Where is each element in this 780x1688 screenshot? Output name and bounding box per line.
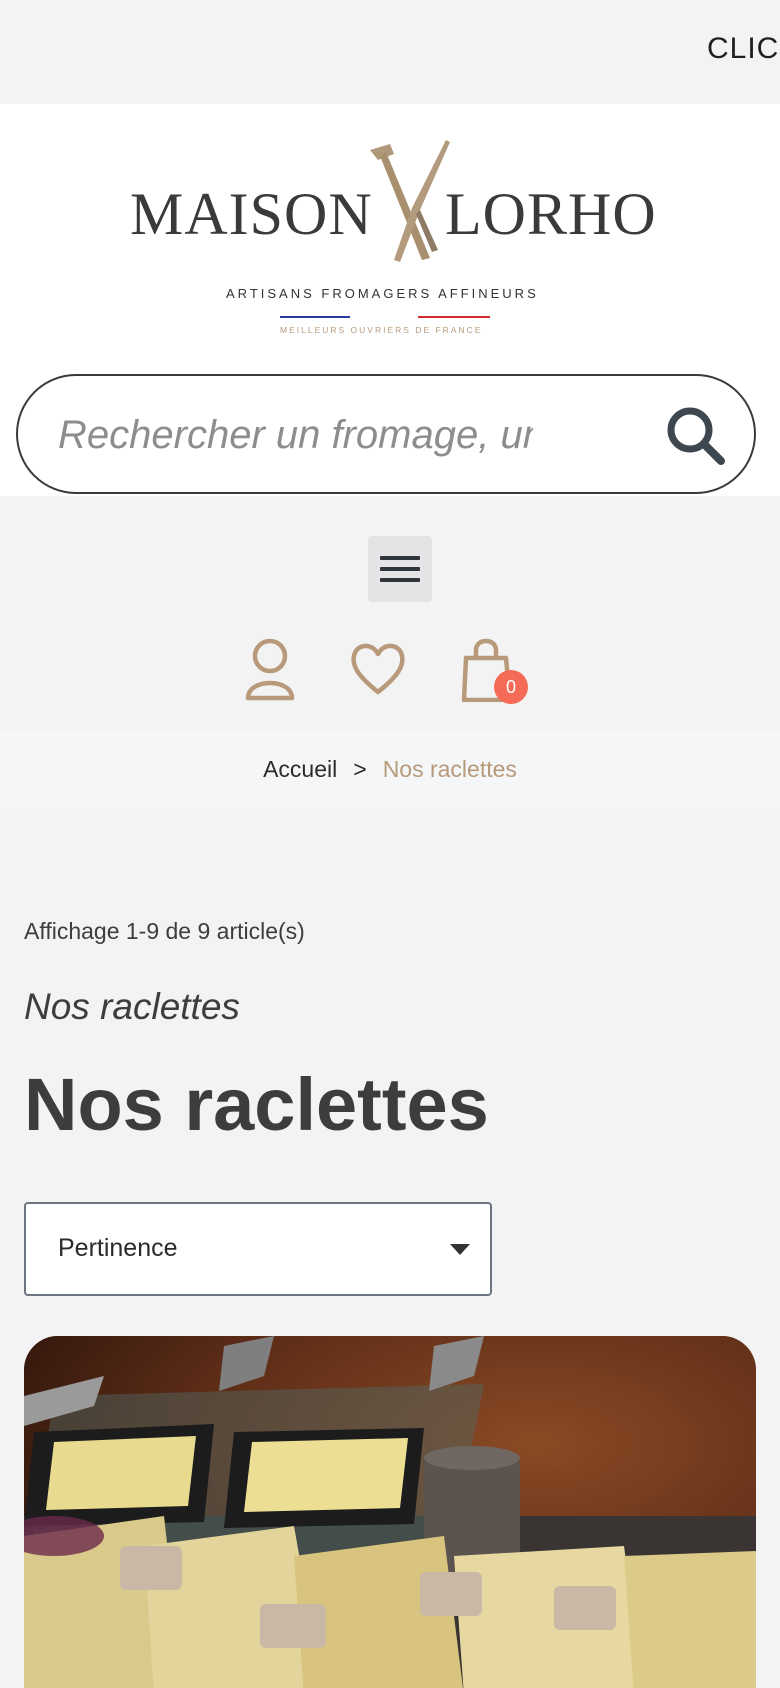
caret-down-icon: [450, 1244, 470, 1255]
logo-word-right: LORHO: [445, 181, 657, 247]
sort-selected-value: Pertinence: [58, 1234, 178, 1262]
hamburger-icon-line: [380, 567, 420, 571]
raclette-photo: [24, 1336, 756, 1688]
sort-select[interactable]: Pertinence: [24, 1202, 492, 1296]
flag-stripe-blue: [280, 316, 350, 318]
announcement-ticker[interactable]: CLIC: [707, 32, 779, 66]
announcement-bar: CLIC: [0, 0, 780, 104]
breadcrumb-separator: >: [353, 756, 367, 782]
breadcrumb: Accueil > Nos raclettes: [0, 730, 780, 808]
page-title: Nos raclettes: [24, 1063, 489, 1146]
user-icon[interactable]: [240, 636, 300, 702]
hamburger-icon: [380, 556, 420, 560]
search-icon[interactable]: [664, 404, 728, 468]
header-icons: [0, 636, 780, 716]
breadcrumb-current: Nos raclettes: [382, 756, 517, 782]
heart-icon[interactable]: [348, 636, 408, 702]
hamburger-icon-line: [380, 578, 420, 582]
breadcrumb-home-link[interactable]: Accueil: [263, 756, 337, 782]
search-bar: [16, 374, 756, 494]
product-image[interactable]: [24, 1336, 756, 1688]
menu-button[interactable]: [368, 536, 432, 602]
product-count: Affichage 1-9 de 9 article(s): [24, 918, 305, 944]
site-logo[interactable]: MAISON LORHO ARTISANS FROMAGERS AFFINEUR…: [130, 140, 657, 340]
cart-count-badge: 0: [494, 670, 528, 704]
logo-word-left: MAISON: [130, 181, 373, 247]
search-input[interactable]: [58, 406, 533, 464]
logo-mof: MEILLEURS OUVRIERS DE FRANCE: [280, 325, 483, 335]
logo-tagline: ARTISANS FROMAGERS AFFINEURS: [226, 286, 539, 301]
flag-stripe-red: [418, 316, 490, 318]
category-subtitle: Nos raclettes: [24, 986, 240, 1027]
